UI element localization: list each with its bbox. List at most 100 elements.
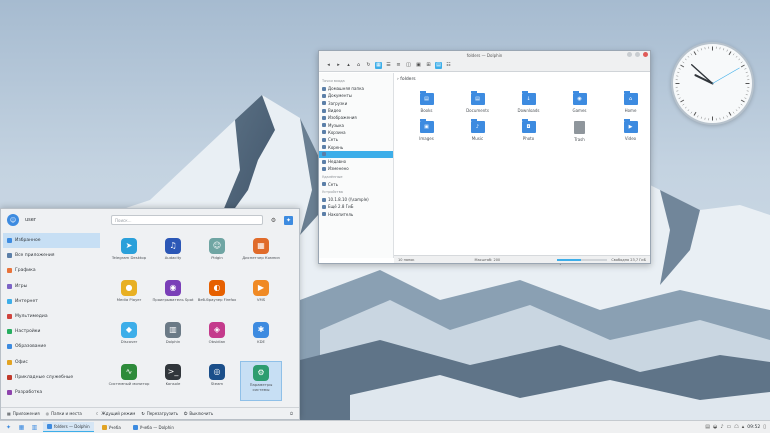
- category-item[interactable]: Интернет: [3, 294, 100, 309]
- category-item[interactable]: Настройки: [3, 324, 100, 339]
- app-tile[interactable]: ⚙ Параметры системы: [240, 361, 282, 401]
- leave-icon[interactable]: ⏻: [290, 411, 293, 416]
- show-desktop-icon[interactable]: ▯: [763, 424, 766, 430]
- app-tile[interactable]: ∿ Системный монитор: [108, 361, 150, 401]
- restart-button[interactable]: ↻ Перезагрузить: [141, 411, 178, 416]
- app-tile[interactable]: ✱ KDE: [240, 319, 282, 359]
- shutdown-button[interactable]: ⏻ Выключить: [184, 411, 213, 416]
- volume-icon[interactable]: ♪: [720, 424, 723, 430]
- file-item[interactable]: ◉ Games: [554, 91, 605, 113]
- minimize-button[interactable]: [627, 52, 632, 57]
- category-item[interactable]: Все приложения: [3, 248, 100, 263]
- places-tab[interactable]: ◎ Папки и места: [46, 411, 82, 416]
- details-view-icon[interactable]: ≡: [395, 62, 402, 69]
- category-item[interactable]: Избранное: [3, 233, 100, 249]
- device-2[interactable]: Ещё 2.8 ГиБ: [319, 203, 393, 210]
- file-item[interactable]: ◘ Photo: [503, 119, 554, 142]
- app-tile[interactable]: ☺ Pidgin: [196, 235, 238, 275]
- app-tile[interactable]: ▦ Диспетчер Компиз: [240, 235, 282, 275]
- avatar[interactable]: ☺: [7, 214, 19, 226]
- category-item[interactable]: Мультимедиа: [3, 309, 100, 324]
- app-tile[interactable]: ● Media Player: [108, 277, 150, 317]
- launcher-icon[interactable]: ✦: [4, 423, 13, 432]
- task-dolphin[interactable]: folders — Dolphin: [43, 422, 94, 432]
- compact-view-icon[interactable]: ☰: [385, 62, 392, 69]
- pin-icon[interactable]: ✦: [284, 215, 293, 225]
- app-tile[interactable]: ➤ Telegram Desktop: [108, 235, 150, 275]
- icon-view-icon[interactable]: ▦: [375, 61, 382, 69]
- category-item[interactable]: Разработка: [3, 385, 100, 400]
- place-images[interactable]: Изображения: [319, 114, 393, 121]
- category-item[interactable]: Прикладные служебные: [3, 370, 100, 385]
- menu-icon[interactable]: ☷: [445, 62, 452, 69]
- app-tile[interactable]: ◎ Steam: [196, 361, 238, 401]
- category-icon: [7, 359, 12, 365]
- network-icon[interactable]: ◒: [713, 424, 717, 430]
- file-item[interactable]: ▣ Images: [401, 119, 452, 142]
- search-input[interactable]: Поиск...: [111, 215, 263, 225]
- dolphin-window[interactable]: folders — Dolphin ◂ ▸ ▴ ⌂ ↻ ▦ ☰ ≡ ◫ ▣ ⊞ …: [318, 50, 651, 264]
- dolphin-titlebar[interactable]: folders — Dolphin: [319, 51, 650, 59]
- place-selected[interactable]: [319, 150, 393, 158]
- place-recent[interactable]: Недавно: [319, 158, 393, 165]
- place-remote-network[interactable]: Сеть: [319, 181, 393, 188]
- notifications-icon[interactable]: ☖: [734, 424, 738, 430]
- category-item[interactable]: Игры: [3, 279, 100, 294]
- forward-icon[interactable]: ▸: [335, 62, 342, 69]
- file-item[interactable]: ▤ Books: [401, 91, 452, 113]
- place-modified[interactable]: Изменено: [319, 165, 393, 172]
- expand-tray-icon[interactable]: ▴: [742, 424, 745, 430]
- analog-clock-widget[interactable]: [671, 42, 754, 125]
- category-item[interactable]: Графика: [3, 263, 100, 278]
- category-item[interactable]: Образование: [3, 339, 100, 354]
- device-1[interactable]: 10.1.8.10 (\\sample): [319, 196, 393, 203]
- file-item[interactable]: ⌂ Home: [605, 91, 656, 113]
- taskbar-clock[interactable]: 09:52: [747, 425, 760, 430]
- clock-tick: [682, 103, 685, 106]
- app-tile[interactable]: >_ Konsole: [152, 361, 194, 401]
- tree-icon[interactable]: ⊞: [425, 62, 432, 69]
- place-trash[interactable]: Корзина: [319, 129, 393, 136]
- app-label: VMS: [256, 297, 266, 302]
- file-item[interactable]: ▤ Documents: [452, 91, 503, 113]
- panel-icon[interactable]: ▤: [435, 61, 442, 69]
- file-item[interactable]: ▶ Video: [605, 119, 656, 142]
- place-downloads[interactable]: Загрузки: [319, 100, 393, 107]
- settings-icon[interactable]: ⚙: [269, 216, 278, 225]
- refresh-icon[interactable]: ↻: [365, 62, 372, 69]
- place-documents[interactable]: Документы: [319, 92, 393, 99]
- maximize-button[interactable]: [635, 52, 640, 57]
- task-3[interactable]: Учеба — Dolphin: [129, 422, 178, 432]
- app-tile[interactable]: ♫ Audacity: [152, 235, 194, 275]
- place-root[interactable]: Корень: [319, 143, 393, 150]
- breadcrumb[interactable]: › folders: [397, 77, 416, 82]
- battery-icon[interactable]: ▭: [727, 424, 732, 430]
- app-tile[interactable]: ◈ Obsidian: [196, 319, 238, 359]
- place-video[interactable]: Видео: [319, 107, 393, 114]
- place-network[interactable]: Сеть: [319, 136, 393, 143]
- app-tile[interactable]: ▶ VMS: [240, 277, 282, 317]
- app-tile[interactable]: ▥ Dolphin: [152, 319, 194, 359]
- app-tile[interactable]: ◆ Discover: [108, 319, 150, 359]
- app-tile[interactable]: ◉ Проигрыватель Spot: [152, 277, 194, 317]
- back-icon[interactable]: ◂: [325, 62, 332, 69]
- split-icon[interactable]: ◫: [405, 62, 412, 69]
- task-2[interactable]: Учеба: [98, 422, 125, 432]
- close-button[interactable]: [643, 52, 648, 57]
- applications-tab[interactable]: ▦ Приложения: [7, 411, 40, 416]
- clipboard-icon[interactable]: ▤: [705, 424, 710, 430]
- file-item[interactable]: ↓ Downloads: [503, 91, 554, 113]
- home-icon[interactable]: ⌂: [355, 62, 362, 69]
- app-tile[interactable]: ◐ Веб-браузер Firefox: [196, 277, 238, 317]
- file-item[interactable]: ♪ Music: [452, 119, 503, 142]
- place-music[interactable]: Музыка: [319, 121, 393, 128]
- pager-icon[interactable]: ▦: [17, 423, 26, 432]
- file-item[interactable]: Trash: [554, 121, 605, 142]
- category-item[interactable]: Офис: [3, 355, 100, 370]
- device-3[interactable]: Накопитель: [319, 210, 393, 217]
- files-icon[interactable]: ▥: [30, 423, 39, 432]
- preview-icon[interactable]: ▣: [415, 62, 422, 69]
- up-icon[interactable]: ▴: [345, 62, 352, 69]
- sleep-button[interactable]: ☾ Ждущий режим: [96, 411, 136, 416]
- place-home[interactable]: Домашняя папка: [319, 85, 393, 92]
